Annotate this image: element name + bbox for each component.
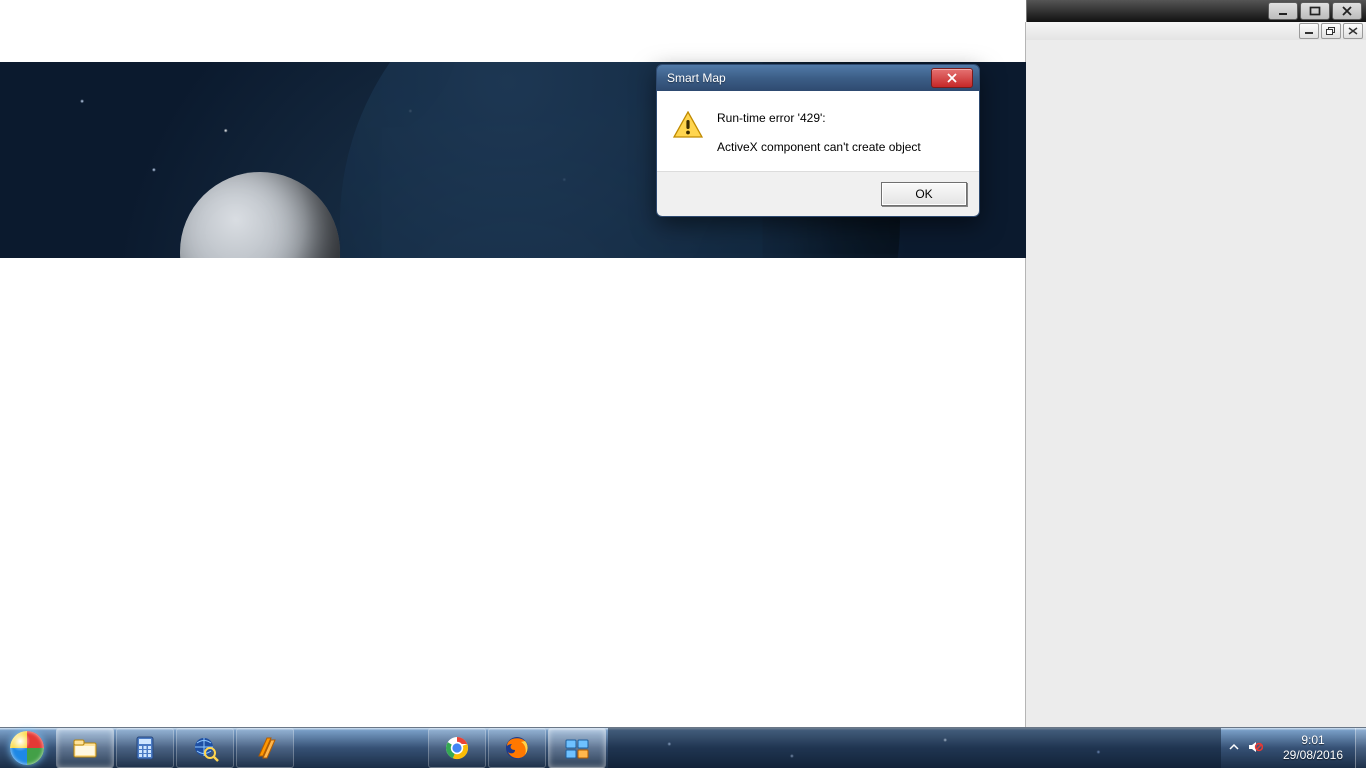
warning-icon [673, 111, 703, 142]
task-switcher-icon [563, 734, 591, 762]
globe-search-icon [191, 734, 219, 762]
error-dialog: Smart Map Run-time error '429': ActiveX … [656, 64, 980, 217]
taskbar-winamp[interactable] [236, 728, 294, 768]
background-window-caption-bar [1026, 0, 1366, 22]
dialog-message: Run-time error '429': ActiveX component … [717, 109, 963, 157]
taskbar-chrome[interactable] [428, 728, 486, 768]
taskbar-clock[interactable]: 9:01 29/08/2016 [1271, 728, 1355, 768]
chrome-icon [443, 734, 471, 762]
show-hidden-icons-button[interactable] [1229, 741, 1239, 755]
system-tray [1221, 728, 1271, 768]
dialog-message-line1: Run-time error '429': [717, 109, 963, 128]
close-button[interactable] [1332, 2, 1362, 20]
chevron-up-icon [1229, 742, 1239, 752]
start-button[interactable] [0, 728, 54, 768]
dialog-body: Run-time error '429': ActiveX component … [657, 91, 979, 172]
minimize-button[interactable] [1268, 2, 1298, 20]
taskbar-background-image [608, 728, 1221, 768]
taskbar-pinned-left [54, 728, 296, 768]
ok-button[interactable]: OK [881, 182, 967, 206]
dialog-title: Smart Map [667, 71, 726, 85]
dialog-message-line2: ActiveX component can't create object [717, 138, 963, 157]
taskbar-pinned-center [426, 728, 608, 768]
mdi-close-button[interactable] [1343, 23, 1363, 39]
taskbar-calculator[interactable] [116, 728, 174, 768]
start-orb-icon [10, 731, 44, 765]
maximize-button[interactable] [1300, 2, 1330, 20]
firefox-icon [503, 734, 531, 762]
mdi-button-bar [1026, 22, 1366, 41]
close-icon [946, 73, 958, 83]
clock-time: 9:01 [1301, 733, 1324, 748]
background-app [1025, 22, 1366, 728]
taskbar: 9:01 29/08/2016 [0, 727, 1366, 768]
winamp-icon [251, 734, 279, 762]
dialog-button-row: OK [657, 172, 979, 216]
background-app-client [1026, 40, 1366, 728]
dialog-close-button[interactable] [931, 68, 973, 88]
calculator-icon [131, 734, 159, 762]
taskbar-gap [296, 728, 426, 768]
mdi-restore-button[interactable] [1321, 23, 1341, 39]
volume-button[interactable] [1247, 739, 1263, 758]
file-explorer-icon [71, 734, 99, 762]
dialog-titlebar[interactable]: Smart Map [657, 65, 979, 91]
moon-graphic [180, 172, 340, 258]
taskbar-globe-search[interactable] [176, 728, 234, 768]
taskbar-file-explorer[interactable] [56, 728, 114, 768]
show-desktop-button[interactable] [1355, 728, 1366, 768]
mdi-minimize-button[interactable] [1299, 23, 1319, 39]
clock-date: 29/08/2016 [1283, 748, 1343, 763]
taskbar-firefox[interactable] [488, 728, 546, 768]
volume-muted-icon [1247, 739, 1263, 755]
taskbar-task-switcher[interactable] [548, 728, 606, 768]
